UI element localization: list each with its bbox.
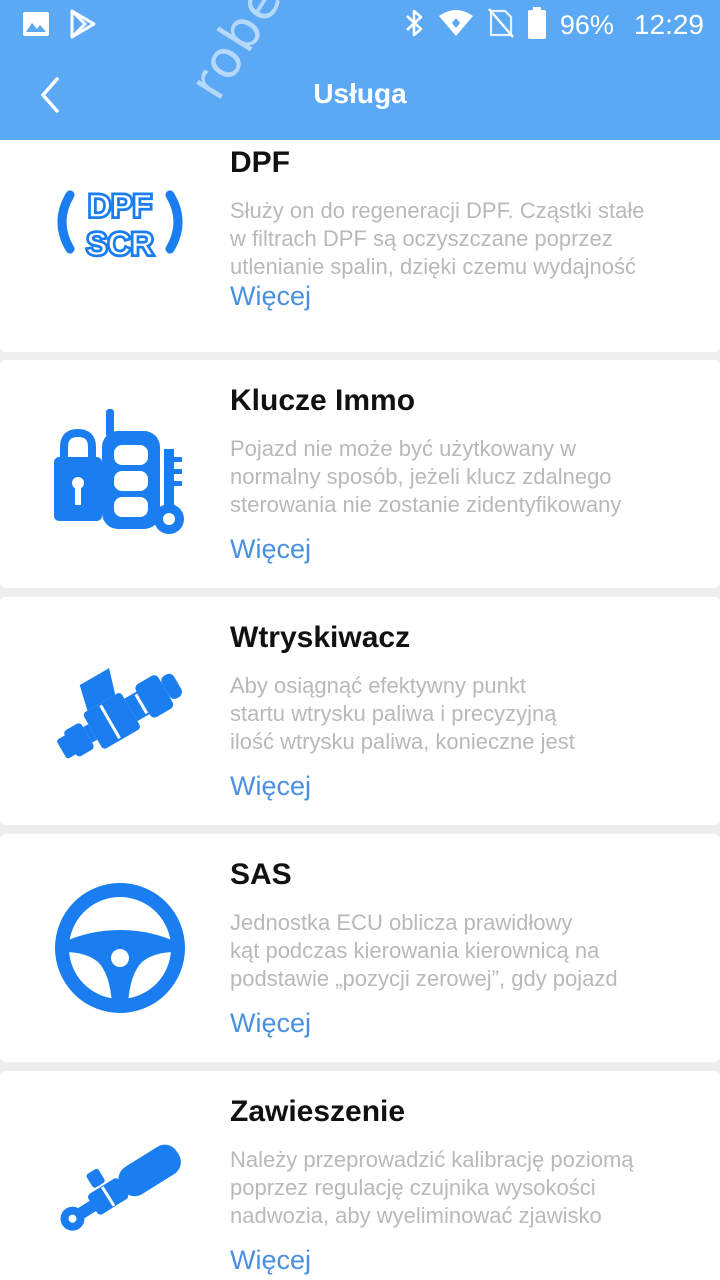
service-description: Aby osiągnąć efektywny punkt startu wtry… <box>230 673 575 754</box>
wifi-icon <box>438 9 474 42</box>
service-card-dpf[interactable]: DPF DPF SCR SCR DPF Służy on do regenera… <box>0 120 720 352</box>
battery-percent: 96% <box>559 9 614 40</box>
svg-text:DPF: DPF <box>88 188 152 224</box>
battery-icon <box>527 6 546 44</box>
screen: 96% 12:29 Usługa robert DPF DPF SCR SCR … <box>0 0 720 1280</box>
injector-icon <box>48 643 192 787</box>
play-store-notification-icon <box>68 8 98 45</box>
more-link[interactable]: Więcej <box>230 1245 311 1276</box>
svg-text:SCR: SCR <box>86 226 154 262</box>
service-description: Należy przeprowadzić kalibrację poziomą … <box>230 1147 634 1228</box>
steering-wheel-icon <box>48 876 192 1020</box>
status-bar: 96% 12:29 <box>0 0 720 50</box>
bluetooth-icon <box>404 8 424 43</box>
clock: 12:29 <box>633 9 704 40</box>
dpf-scr-icon: DPF DPF SCR SCR <box>48 150 192 294</box>
service-card-suspension[interactable]: Zawieszenie Należy przeprowadzić kalibra… <box>0 1071 720 1280</box>
app-bar: Usługa <box>0 50 720 140</box>
service-description: Jednostka ECU oblicza prawidłowy kąt pod… <box>230 910 618 991</box>
service-description: Pojazd nie może być użytkowany w normaln… <box>230 436 622 517</box>
service-description: Służy on do regeneracji DPF. Cząstki sta… <box>230 198 645 279</box>
service-card-sas[interactable]: SAS Jednostka ECU oblicza prawidłowy kąt… <box>0 834 720 1062</box>
no-sim-icon <box>487 7 514 43</box>
immo-key-icon <box>48 402 192 546</box>
more-link[interactable]: Więcej <box>230 771 311 802</box>
header: 96% 12:29 Usługa <box>0 0 720 140</box>
service-title: Wtryskiwacz <box>230 621 411 654</box>
service-card-injector[interactable]: Wtryskiwacz Aby osiągnąć efektywny punkt… <box>0 597 720 825</box>
more-link[interactable]: Więcej <box>230 281 311 312</box>
page-title: Usługa <box>313 78 407 109</box>
service-title: DPF <box>230 146 290 179</box>
more-link[interactable]: Więcej <box>230 534 311 565</box>
service-title: SAS <box>230 858 292 891</box>
service-title: Klucze Immo <box>230 384 416 417</box>
suspension-sensor-icon <box>48 1117 192 1261</box>
gallery-notification-icon <box>22 11 50 42</box>
more-link[interactable]: Więcej <box>230 1008 311 1039</box>
service-card-immo[interactable]: Klucze Immo Pojazd nie może być użytkowa… <box>0 360 720 588</box>
service-title: Zawieszenie <box>230 1095 406 1128</box>
